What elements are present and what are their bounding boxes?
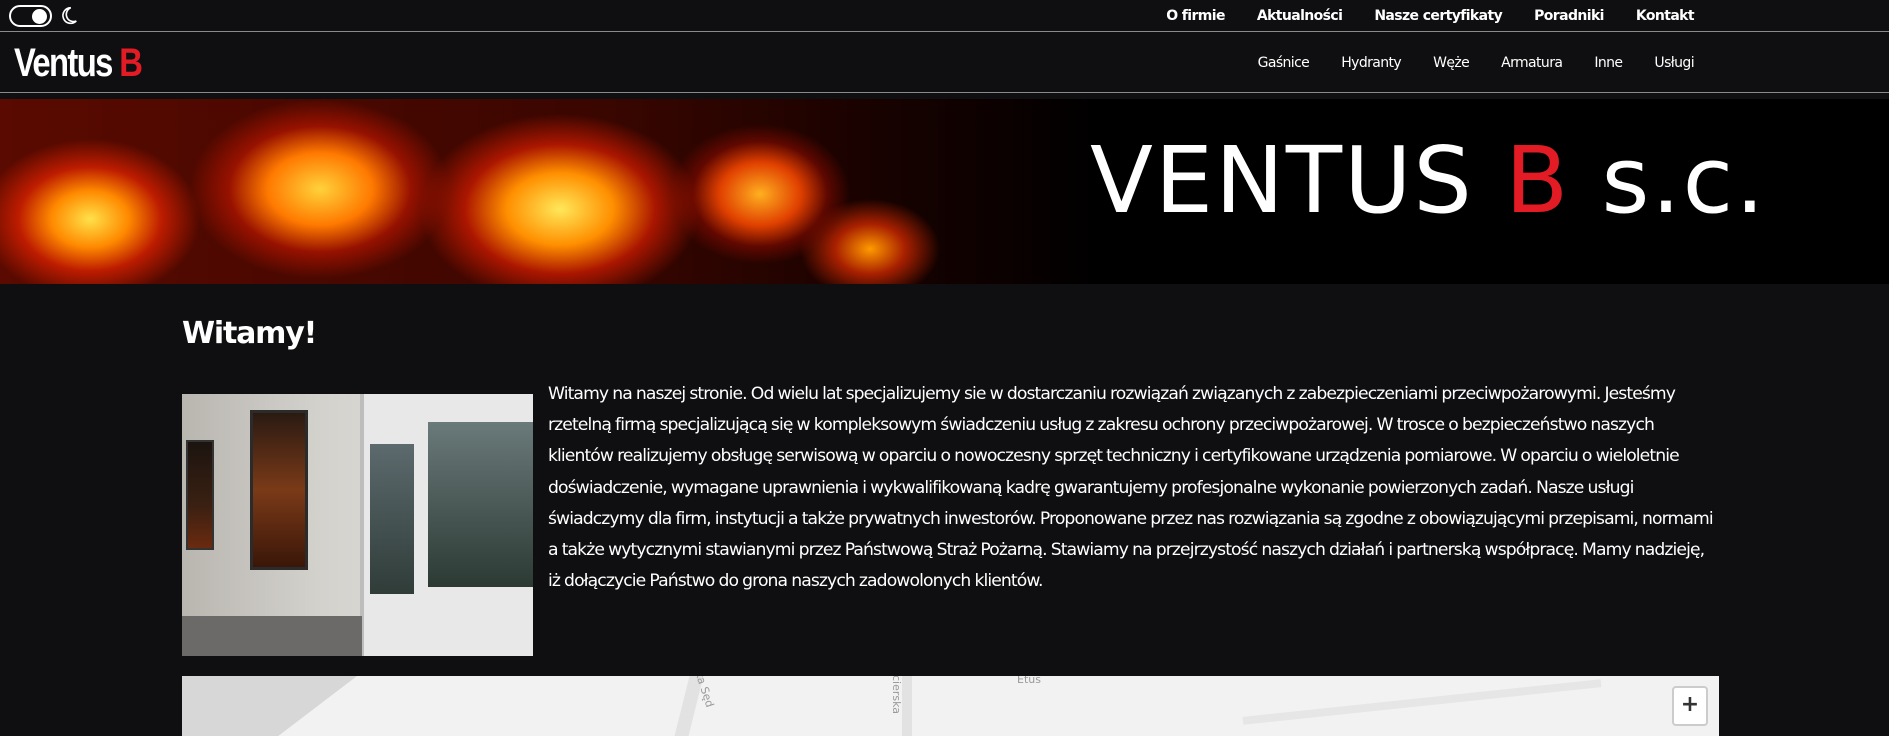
nav-link-weze[interactable]: Węże xyxy=(1433,55,1470,71)
main-nav: Gaśnice Hydranty Węże Armatura Inne Usłu… xyxy=(1226,33,1695,93)
photo-poster-left xyxy=(186,440,214,550)
map-zoom-in-button[interactable]: + xyxy=(1672,686,1708,726)
nav-link-hydranty[interactable]: Hydranty xyxy=(1341,55,1401,71)
top-nav-link-poradniki[interactable]: Poradniki xyxy=(1534,8,1604,24)
location-map[interactable]: ska Sęd cierska Etus + xyxy=(182,676,1719,736)
top-nav-link-aktualnosci[interactable]: Aktualności xyxy=(1257,8,1343,24)
theme-toggle[interactable] xyxy=(9,5,52,27)
intro-paragraph: Witamy na naszej stronie. Od wielu lat s… xyxy=(548,384,1714,592)
fire-image xyxy=(0,99,1100,284)
site-logo[interactable]: Ventus B xyxy=(14,41,143,86)
top-nav-link-o-firmie[interactable]: O firmie xyxy=(1166,8,1225,24)
nav-link-armatura[interactable]: Armatura xyxy=(1501,55,1563,71)
nav-link-uslugi[interactable]: Usługi xyxy=(1654,55,1694,71)
map-park-area xyxy=(182,676,357,736)
map-road xyxy=(1242,679,1602,725)
office-photo xyxy=(182,394,533,656)
top-nav-link-certyfikaty[interactable]: Nasze certyfikaty xyxy=(1374,8,1502,24)
nav-link-gasnice[interactable]: Gaśnice xyxy=(1258,55,1310,71)
moon-icon[interactable] xyxy=(57,5,79,27)
toggle-knob xyxy=(32,9,47,24)
photo-floor xyxy=(182,616,362,656)
banner-title: VENTUS B s.c. xyxy=(1090,127,1766,234)
nav-link-inne[interactable]: Inne xyxy=(1594,55,1623,71)
hero-banner: VENTUS B s.c. xyxy=(0,99,1889,284)
banner-title-text: VENTUS xyxy=(1090,127,1474,234)
photo-door-glass-right xyxy=(428,422,533,587)
top-nav: O firmie Aktualności Nasze certyfikaty P… xyxy=(1134,0,1694,32)
map-street-label: cierska xyxy=(890,676,904,715)
photo-poster-firefighter xyxy=(250,410,308,570)
logo-text: Ventus xyxy=(14,41,113,85)
page-heading: Witamy! xyxy=(182,316,317,351)
logo-accent: B xyxy=(119,41,143,85)
banner-title-accent: B xyxy=(1505,127,1571,234)
top-bar: O firmie Aktualności Nasze certyfikaty P… xyxy=(0,0,1889,32)
banner-title-suffix: s.c. xyxy=(1601,127,1767,234)
main-bar: Ventus B Gaśnice Hydranty Węże Armatura … xyxy=(0,33,1889,93)
map-road xyxy=(902,676,912,736)
map-place-label: Etus xyxy=(1017,676,1041,686)
top-nav-link-kontakt[interactable]: Kontakt xyxy=(1636,8,1695,24)
photo-door-glass-left xyxy=(370,444,414,594)
